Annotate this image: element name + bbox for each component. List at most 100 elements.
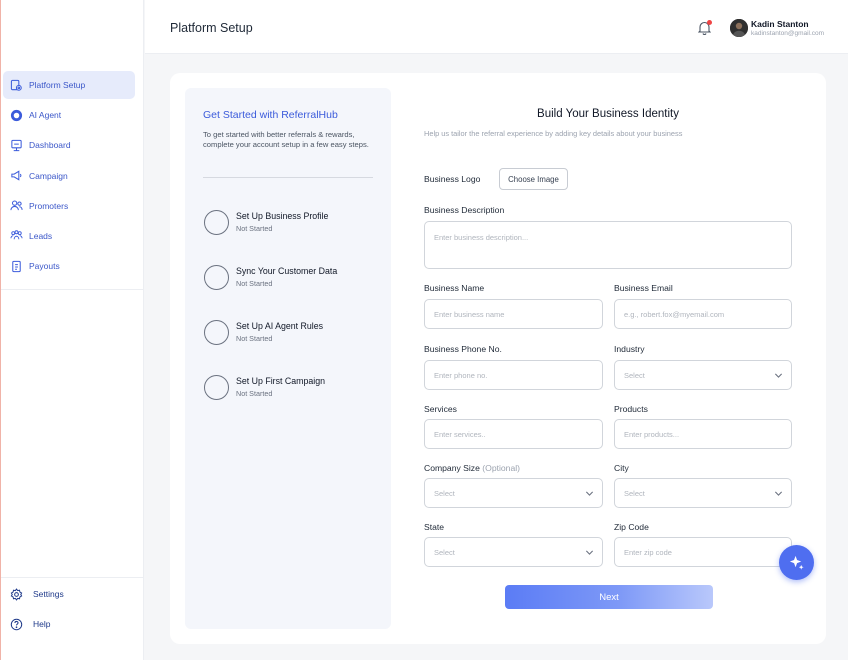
placeholder: Enter products... — [624, 429, 680, 439]
ai-agent-icon — [9, 108, 23, 122]
top-header: Platform Setup Kadin Stanton kadinstanto… — [145, 0, 848, 54]
users-icon — [9, 199, 23, 213]
step-status: Not Started — [236, 389, 273, 398]
sidebar-item-label: Dashboard — [29, 140, 71, 151]
sidebar-item-dashboard[interactable]: Dashboard — [3, 131, 145, 159]
select-value: Select — [434, 547, 455, 557]
sidebar-item-label: AI Agent — [29, 110, 62, 121]
divider — [203, 177, 373, 178]
step-status-circle — [204, 265, 229, 290]
step-status: Not Started — [236, 279, 273, 288]
services-label: Services — [424, 404, 457, 414]
business-phone-input[interactable]: Enter phone no. — [424, 360, 603, 390]
optional-hint: (Optional) — [482, 463, 521, 473]
services-input[interactable]: Enter services.. — [424, 419, 603, 449]
sidebar-divider — [1, 577, 144, 578]
steps-title: Get Started with ReferralHub — [203, 109, 338, 121]
products-label: Products — [614, 404, 648, 414]
sidebar-item-label: Campaign — [29, 170, 68, 181]
sidebar-item-campaign[interactable]: Campaign — [3, 162, 145, 190]
business-description-label: Business Description — [424, 205, 505, 215]
placeholder: Enter phone no. — [434, 370, 488, 380]
sidebar-item-label: Settings — [33, 589, 64, 599]
sidebar-item-label: Payouts — [29, 261, 60, 272]
payouts-icon — [9, 259, 23, 273]
company-size-select[interactable]: Select — [424, 478, 603, 508]
step-status: Not Started — [236, 334, 273, 343]
sidebar-item-help[interactable]: Help — [9, 614, 64, 634]
products-input[interactable]: Enter products... — [614, 419, 792, 449]
help-icon — [9, 617, 23, 631]
sidebar-item-label: Help — [33, 619, 51, 629]
city-label: City — [614, 463, 629, 473]
setup-card: Get Started with ReferralHub To get star… — [170, 73, 826, 644]
setup-icon — [9, 78, 23, 92]
sidebar-item-platform-setup[interactable]: Platform Setup — [3, 71, 135, 99]
state-select[interactable]: Select — [424, 537, 603, 567]
chevron-down-icon — [585, 550, 594, 555]
step-status-circle — [204, 320, 229, 345]
placeholder: Enter zip code — [624, 547, 672, 557]
chevron-down-icon — [774, 373, 783, 378]
business-phone-label: Business Phone No. — [424, 344, 502, 354]
sidebar-item-settings[interactable]: Settings — [9, 584, 64, 604]
dashboard-icon — [9, 138, 23, 152]
step-status-circle — [204, 210, 229, 235]
business-email-input[interactable]: e.g., robert.fox@myemail.com — [614, 299, 792, 329]
sidebar-divider — [1, 289, 144, 290]
sidebar-nav: Platform Setup AI Agent Dashboard Campai… — [3, 71, 145, 282]
page-title: Platform Setup — [170, 21, 253, 35]
select-value: Select — [624, 488, 645, 498]
business-description-input[interactable]: Enter business description... — [424, 221, 792, 269]
step-label: Set Up Business Profile — [236, 211, 329, 221]
select-value: Select — [624, 370, 645, 380]
notification-dot — [707, 20, 712, 25]
state-label: State — [424, 522, 445, 532]
placeholder: e.g., robert.fox@myemail.com — [624, 309, 725, 319]
form-subtitle: Help us tailor the referral experience b… — [424, 129, 683, 138]
business-name-input[interactable]: Enter business name — [424, 299, 603, 329]
sparkle-icon — [789, 555, 804, 570]
sidebar: Platform Setup AI Agent Dashboard Campai… — [0, 0, 144, 660]
choose-image-button[interactable]: Choose Image — [499, 168, 568, 190]
user-name: Kadin Stanton — [751, 19, 809, 29]
avatar[interactable] — [730, 19, 748, 37]
city-select[interactable]: Select — [614, 478, 792, 508]
placeholder: Enter business name — [434, 309, 505, 319]
step-label: Set Up First Campaign — [236, 376, 325, 386]
chevron-down-icon — [585, 491, 594, 496]
industry-label: Industry — [614, 344, 645, 354]
step-status: Not Started — [236, 224, 273, 233]
leads-icon — [9, 229, 23, 243]
industry-select[interactable]: Select — [614, 360, 792, 390]
steps-description: To get started with better referrals & r… — [203, 130, 369, 149]
business-name-label: Business Name — [424, 283, 485, 293]
placeholder: Enter services.. — [434, 429, 486, 439]
steps-panel: Get Started with ReferralHub To get star… — [185, 88, 391, 629]
business-logo-label: Business Logo — [424, 174, 481, 184]
sidebar-item-ai-agent[interactable]: AI Agent — [3, 101, 145, 129]
sidebar-item-promoters[interactable]: Promoters — [3, 192, 145, 220]
form-title: Build Your Business Identity — [537, 108, 679, 120]
zip-code-label: Zip Code — [614, 522, 649, 532]
sidebar-item-label: Leads — [29, 230, 53, 241]
sidebar-item-payouts[interactable]: Payouts — [3, 252, 145, 280]
company-size-text: Company Size — [424, 463, 480, 473]
sidebar-item-label: Platform Setup — [29, 80, 86, 90]
gear-icon — [9, 587, 23, 601]
next-button[interactable]: Next — [505, 585, 713, 609]
zip-code-input[interactable]: Enter zip code — [614, 537, 792, 567]
ai-assistant-button[interactable] — [779, 545, 814, 580]
sidebar-item-leads[interactable]: Leads — [3, 222, 145, 250]
chevron-down-icon — [774, 491, 783, 496]
step-label: Sync Your Customer Data — [236, 266, 338, 276]
select-value: Select — [434, 488, 455, 498]
step-label: Set Up AI Agent Rules — [236, 321, 324, 331]
sidebar-bottom-nav: Settings Help — [9, 584, 64, 644]
company-size-label: Company Size (Optional) — [424, 463, 520, 473]
notification-bell-icon[interactable] — [697, 20, 712, 36]
step-status-circle — [204, 375, 229, 400]
megaphone-icon — [9, 169, 23, 183]
business-email-label: Business Email — [614, 283, 673, 293]
placeholder: Enter business description... — [434, 233, 529, 242]
